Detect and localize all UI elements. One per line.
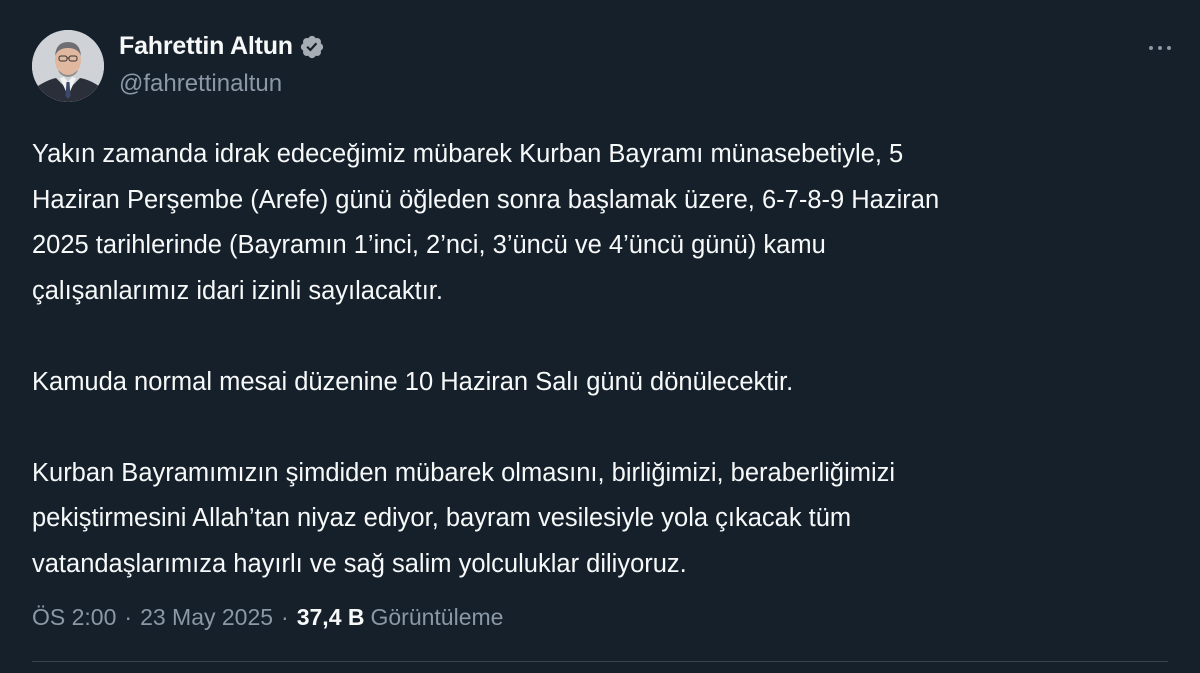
avatar[interactable]	[32, 30, 104, 102]
tweet: Fahrettin Altun @fahrettinaltun Yakın za…	[0, 0, 1200, 673]
author-display-name[interactable]: Fahrettin Altun	[119, 32, 293, 61]
tweet-metadata: ÖS 2:00 · 23 May 2025 · 37,4 B Görüntüle…	[32, 604, 503, 631]
more-dot	[1149, 46, 1153, 50]
tweet-time[interactable]: ÖS 2:00	[32, 604, 116, 631]
tweet-text-line: Kamuda normal mesai düzenine 10 Haziran …	[32, 367, 794, 396]
tweet-text-line: çalışanlarımız idari izinli sayılacaktır…	[32, 276, 443, 305]
author-name-row: Fahrettin Altun	[119, 32, 325, 61]
tweet-date[interactable]: 23 May 2025	[140, 604, 273, 631]
more-dot	[1167, 46, 1171, 50]
tweet-text-line: 2025 tarihlerinde (Bayramın 1’inci, 2’nc…	[32, 231, 826, 259]
more-dot	[1158, 46, 1162, 50]
tweet-text-line: Yakın zamanda idrak edeceğimiz mübarek K…	[32, 140, 904, 168]
tweet-text-line: vatandaşlarımıza hayırlı ve sağ salim yo…	[32, 549, 687, 578]
tweet-text-line: Kurban Bayramımızın şimdiden mübarek olm…	[32, 458, 896, 487]
divider	[32, 661, 1168, 662]
tweet-text-line: pekiştirmesini Allah’tan niyaz ediyor, b…	[32, 504, 852, 532]
more-options-icon[interactable]	[1142, 36, 1178, 60]
meta-separator: ·	[124, 604, 133, 630]
verified-badge-icon[interactable]	[299, 34, 325, 60]
meta-separator: ·	[281, 604, 289, 630]
tweet-text-line: Haziran Perşembe (Arefe) günü öğleden so…	[32, 185, 940, 214]
profile-photo-icon	[32, 30, 104, 102]
author-handle[interactable]: @fahrettinaltun	[119, 70, 282, 98]
tweet-text: Yakın zamanda idrak edeceğimiz mübarek K…	[32, 132, 1152, 587]
views-count: 37,4 B	[296, 604, 365, 630]
views-label: Görüntüleme	[370, 604, 504, 630]
